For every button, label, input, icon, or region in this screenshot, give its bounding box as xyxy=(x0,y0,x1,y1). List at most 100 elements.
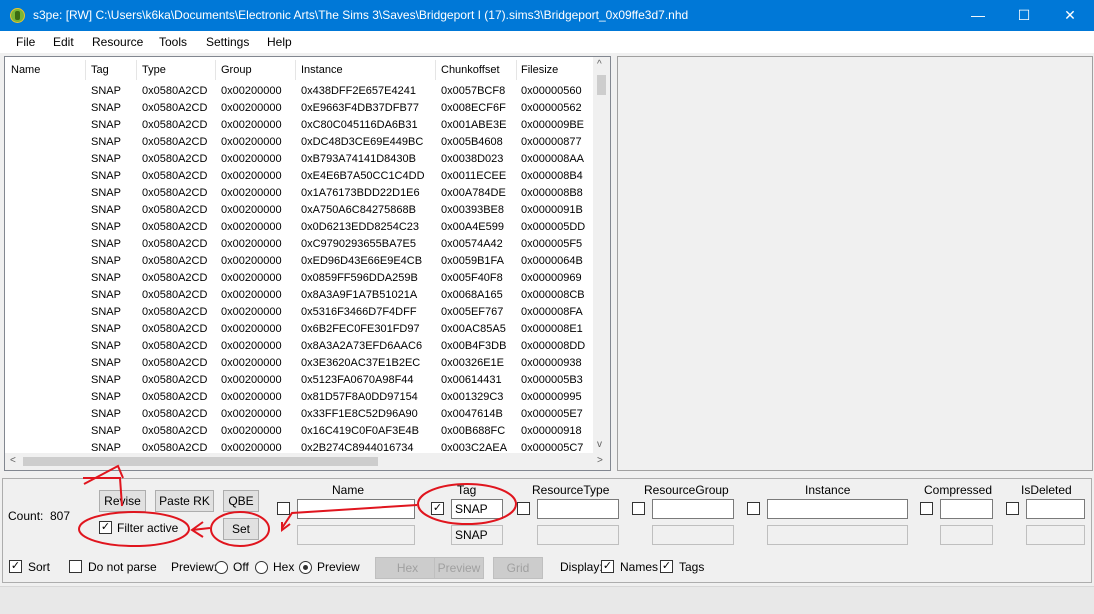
table-row[interactable]: SNAP 0x0580A2CD 0x00200000 0x1A76173BDD22D1… xyxy=(5,185,593,202)
table-row[interactable]: SNAP 0x0580A2CD 0x00200000 0x0859FF596DDA25… xyxy=(5,270,593,287)
table-row[interactable]: SNAP 0x0580A2CD 0x00200000 0xC80C045116DA6B… xyxy=(5,117,593,134)
table-row[interactable]: SNAP 0x0580A2CD 0x00200000 0xE9663F4DB37DFB… xyxy=(5,100,593,117)
display-names-checkbox[interactable]: ✓ xyxy=(601,560,614,573)
column-separator[interactable] xyxy=(85,60,86,80)
table-row[interactable]: SNAP 0x0580A2CD 0x00200000 0x3E3620AC37E1B2… xyxy=(5,355,593,372)
preview-hex-label: Hex xyxy=(273,560,295,574)
menu-resource[interactable]: Resource xyxy=(92,35,143,49)
maximize-button[interactable]: ☐ xyxy=(1001,0,1047,31)
compressed-filter-input[interactable] xyxy=(940,499,993,519)
table-row[interactable]: SNAP 0x0580A2CD 0x00200000 0xB793A74141D843… xyxy=(5,151,593,168)
scroll-down-arrow[interactable]: v xyxy=(597,439,602,450)
column-separator[interactable] xyxy=(215,60,216,80)
table-row[interactable]: SNAP 0x0580A2CD 0x00200000 0x438DFF2E657E42… xyxy=(5,83,593,100)
resourcegroup-filter-input[interactable] xyxy=(652,499,734,519)
preview-hex-radio[interactable] xyxy=(255,561,268,574)
type-cell: 0x0580A2CD xyxy=(142,374,208,386)
column-header-chunkoffset[interactable]: Chunkoffset xyxy=(441,64,500,76)
table-row[interactable]: SNAP 0x0580A2CD 0x00200000 0x0D6213EDD8254C… xyxy=(5,219,593,236)
do-not-parse-checkbox[interactable] xyxy=(69,560,82,573)
column-header-name[interactable]: Name xyxy=(11,64,40,76)
instance-cell: 0xC80C045116DA6B31 xyxy=(301,119,418,131)
table-row[interactable]: SNAP 0x0580A2CD 0x00200000 0x8A3A9F1A7B5102… xyxy=(5,287,593,304)
title-bar: s3pe: [RW] C:\Users\k6ka\Documents\Elect… xyxy=(0,0,1094,31)
instance-cell: 0xB793A74141D8430B xyxy=(301,153,416,165)
filter-header-name: Name xyxy=(332,483,365,497)
tag-filter-checkbox[interactable]: ✓ xyxy=(431,502,444,515)
sort-checkbox[interactable]: ✓ xyxy=(9,560,22,573)
table-row[interactable]: SNAP 0x0580A2CD 0x00200000 0x81D57F8A0DD971… xyxy=(5,389,593,406)
resourcegroup-filter-checkbox[interactable] xyxy=(632,502,645,515)
menu-help[interactable]: Help xyxy=(267,35,292,49)
display-names-label: Names xyxy=(620,560,659,574)
column-separator[interactable] xyxy=(516,60,517,80)
instance-filter-input[interactable] xyxy=(767,499,908,519)
compressed-filter-checkbox[interactable] xyxy=(920,502,933,515)
hex-button[interactable]: Hex xyxy=(375,557,440,579)
group-cell: 0x00200000 xyxy=(221,102,282,114)
chunkoffset-cell: 0x00A4E599 xyxy=(441,221,504,233)
menu-settings[interactable]: Settings xyxy=(206,35,249,49)
name-filter-input[interactable] xyxy=(297,499,415,519)
vertical-scroll-thumb[interactable] xyxy=(597,75,606,95)
horizontal-scrollbar[interactable]: < > xyxy=(5,453,610,470)
scroll-up-arrow[interactable]: ^ xyxy=(597,59,602,70)
preview-preview-label: Preview xyxy=(317,560,360,574)
table-row[interactable]: SNAP 0x0580A2CD 0x00200000 0x5123FA0670A98F… xyxy=(5,372,593,389)
table-row[interactable]: SNAP 0x0580A2CD 0x00200000 0xA750A6C8427586… xyxy=(5,202,593,219)
scroll-right-arrow[interactable]: > xyxy=(597,455,603,466)
preview-preview-radio[interactable] xyxy=(299,561,312,574)
menu-file[interactable]: File xyxy=(16,35,35,49)
revise-button[interactable]: Revise xyxy=(99,490,146,512)
set-button[interactable]: Set xyxy=(223,518,259,540)
table-row[interactable]: SNAP 0x0580A2CD 0x00200000 0x8A3A2A73EFD6AA… xyxy=(5,338,593,355)
isdeleted-filter-input[interactable] xyxy=(1026,499,1085,519)
column-separator[interactable] xyxy=(295,60,296,80)
horizontal-scroll-thumb[interactable] xyxy=(23,457,378,466)
type-cell: 0x0580A2CD xyxy=(142,204,208,216)
resourcetype-filter-checkbox[interactable] xyxy=(517,502,530,515)
table-row[interactable]: SNAP 0x0580A2CD 0x00200000 0x6B2FEC0FE301FD… xyxy=(5,321,593,338)
vertical-scrollbar[interactable]: ^ v xyxy=(593,57,610,455)
minimize-button[interactable]: — xyxy=(955,0,1001,31)
instance-filter-checkbox[interactable] xyxy=(747,502,760,515)
tag-cell: SNAP xyxy=(91,238,121,250)
paste-rk-button[interactable]: Paste RK xyxy=(155,490,214,512)
display-tags-checkbox[interactable]: ✓ xyxy=(660,560,673,573)
column-separator[interactable] xyxy=(435,60,436,80)
column-header-tag[interactable]: Tag xyxy=(91,64,109,76)
type-cell: 0x0580A2CD xyxy=(142,238,208,250)
chunkoffset-cell: 0x0011ECEE xyxy=(441,170,507,182)
close-button[interactable]: ✕ xyxy=(1047,0,1093,31)
table-row[interactable]: SNAP 0x0580A2CD 0x00200000 0xDC48D3CE69E449… xyxy=(5,134,593,151)
table-row[interactable]: SNAP 0x0580A2CD 0x00200000 0xC9790293655BA7… xyxy=(5,236,593,253)
qbe-button[interactable]: QBE xyxy=(223,490,259,512)
isdeleted-filter-checkbox[interactable] xyxy=(1006,502,1019,515)
scroll-left-arrow[interactable]: < xyxy=(10,455,16,466)
grid-button[interactable]: Grid xyxy=(493,557,543,579)
table-row[interactable]: SNAP 0x0580A2CD 0x00200000 0xE4E6B7A50CC1C4… xyxy=(5,168,593,185)
column-separator[interactable] xyxy=(136,60,137,80)
resource-list[interactable]: Name Tag Type Group Instance Chunkoffset… xyxy=(4,56,611,471)
resourcetype-filter-input[interactable] xyxy=(537,499,619,519)
column-header-type[interactable]: Type xyxy=(142,64,166,76)
name-filter-checkbox[interactable] xyxy=(277,502,290,515)
table-row[interactable]: SNAP 0x0580A2CD 0x00200000 0x5316F3466D7F4D… xyxy=(5,304,593,321)
preview-off-radio[interactable] xyxy=(215,561,228,574)
group-cell: 0x00200000 xyxy=(221,408,282,420)
type-cell: 0x0580A2CD xyxy=(142,221,208,233)
filter-active-checkbox[interactable]: ✓ xyxy=(99,521,112,534)
column-header-filesize[interactable]: Filesize xyxy=(521,64,558,76)
preview-button[interactable]: Preview xyxy=(434,557,484,579)
column-header-instance[interactable]: Instance xyxy=(301,64,343,76)
filter-header-instance: Instance xyxy=(805,483,851,497)
column-header-group[interactable]: Group xyxy=(221,64,252,76)
table-row[interactable]: SNAP 0x0580A2CD 0x00200000 0x16C419C0F0AF3E… xyxy=(5,423,593,440)
menu-tools[interactable]: Tools xyxy=(159,35,187,49)
table-row[interactable]: SNAP 0x0580A2CD 0x00200000 0xED96D43E66E9E4… xyxy=(5,253,593,270)
group-cell: 0x00200000 xyxy=(221,272,282,284)
tag-filter-input[interactable]: SNAP xyxy=(451,499,503,519)
menu-edit[interactable]: Edit xyxy=(53,35,74,49)
table-row[interactable]: SNAP 0x0580A2CD 0x00200000 0x33FF1E8C52D96A… xyxy=(5,406,593,423)
tag-cell: SNAP xyxy=(91,374,121,386)
